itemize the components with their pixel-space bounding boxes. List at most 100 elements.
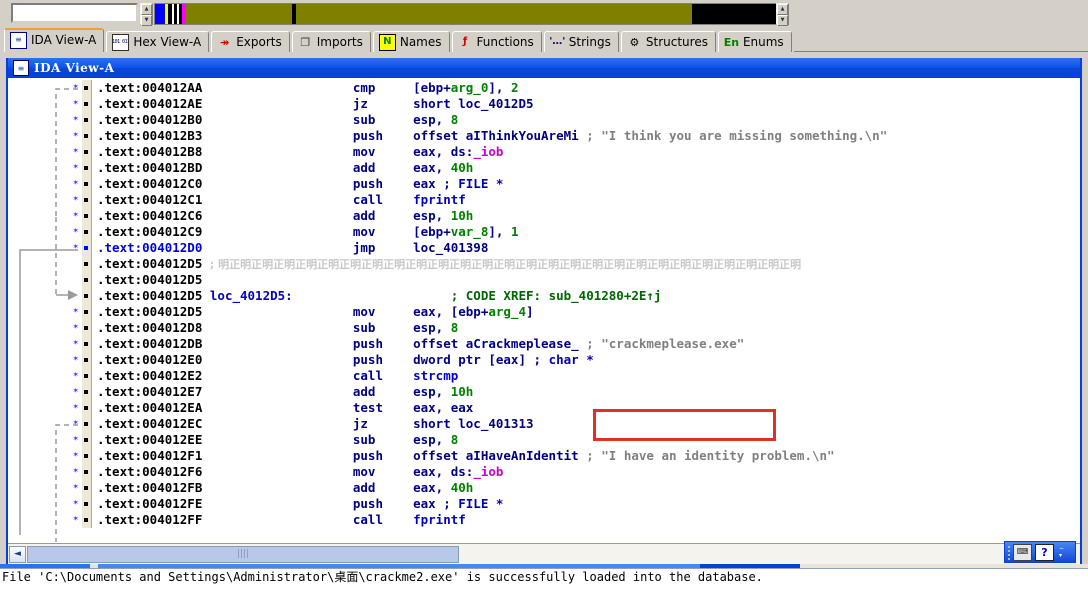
disassembly-line[interactable]: ✶ .text:004012C6 add esp, 10h [8,208,1080,224]
tab-names[interactable]: N Names [372,31,450,52]
spinner-down-icon[interactable]: ▼ [141,15,152,26]
disassembly-line[interactable]: ✶ .text:004012DB push offset aCrackmeplea… [8,336,1080,352]
disassembly-line[interactable]: ✶ .text:004012C1 call fprintf [8,192,1080,208]
breakpoint-dot-icon[interactable]: ✶ [73,451,78,460]
spinner-up-icon[interactable]: − [1059,545,1064,552]
breakpoint-dot-icon[interactable]: ✶ [73,371,78,380]
operand[interactable]: _iob [473,144,503,159]
operand[interactable]: loc_4012D5 [458,96,533,111]
operand[interactable]: 10h [451,384,474,399]
operand[interactable]: short [413,416,458,431]
navband-segment[interactable] [692,4,788,24]
disassembly-line[interactable]: ✶ .text:004012C9 mov [ebp+var_8], 1 [8,224,1080,240]
operand[interactable]: offset aIThinkYouAreMi [413,128,579,143]
operand[interactable]: 10h [451,208,474,223]
operand[interactable]: strcmp [413,368,458,383]
breakpoint-dot-icon[interactable]: ✶ [73,211,78,220]
operand[interactable]: eax, ds: [413,144,473,159]
navband-segment[interactable] [155,4,165,24]
tab-structures[interactable]: ⚙ Structures [620,31,716,52]
operand[interactable]: eax, ds: [413,464,473,479]
disassembly-line[interactable]: .text:004012D5 loc_4012D5: ; CODE XREF: … [8,288,1080,304]
disassembly-listing[interactable]: ✶ .text:004012AA cmp [ebp+arg_0], 2 ✶ .text… [8,78,1080,542]
breakpoint-dot-icon[interactable]: ✶ [73,419,78,428]
operand[interactable]: ], [488,80,511,95]
operand[interactable]: _iob [473,464,503,479]
disassembly-line[interactable]: ✶ .text:004012FE push eax ; FILE * [8,496,1080,512]
operand[interactable]: short [413,96,458,111]
help-icon[interactable]: ? [1035,543,1054,561]
breakpoint-dot-icon[interactable]: ✶ [73,323,78,332]
disassembly-line[interactable]: .text:004012D5 [8,272,1080,288]
disassembly-line[interactable]: .text:004012D5 ; 明正明正明正明正明正明正明正明正明正明正明正明… [8,256,1080,272]
breakpoint-dot-icon[interactable]: ✶ [73,131,78,140]
disassembly-line[interactable]: ✶ .text:004012F1 push offset aIHaveAnIden… [8,448,1080,464]
navband-segment[interactable] [185,4,292,24]
breakpoint-dot-icon[interactable]: ✶ [73,147,78,156]
keyboard-icon[interactable]: ⌨ [1013,543,1032,561]
scrollbar-thumb[interactable]: |||| [27,545,459,563]
operand[interactable]: eax, [413,160,451,175]
breakpoint-dot-icon[interactable]: ✶ [73,435,78,444]
tab-imports[interactable]: ❐ Imports [291,31,371,52]
navband-right-spinner[interactable]: ▲ ▼ [776,3,789,26]
floating-mini-toolbar[interactable]: ⌨ ? − ▾ [1004,541,1076,563]
tab-functions[interactable]: ƒ Functions [451,31,542,52]
toolbar-grip[interactable] [1007,545,1011,560]
operand[interactable]: eax, [413,480,451,495]
breakpoint-dot-icon[interactable]: ✶ [73,515,78,524]
operand[interactable]: esp, [413,384,451,399]
tab-strings[interactable]: "…"Strings [543,31,619,52]
tab-ida-view-a[interactable]: ≡ IDA View-A [4,28,105,52]
breakpoint-dot-icon[interactable]: ✶ [73,243,78,252]
breakpoint-dot-icon[interactable]: ✶ [73,99,78,108]
breakpoint-dot-icon[interactable]: ✶ [73,403,78,412]
scroll-left-button[interactable]: ◄ [9,545,26,563]
operand[interactable]: esp, [413,432,451,447]
disassembly-line[interactable]: ✶ .text:004012B3 push offset aIThinkYouAr… [8,128,1080,144]
code-label[interactable]: loc_4012D5: [210,288,293,303]
breakpoint-dot-icon[interactable]: ✶ [73,179,78,188]
spinner-up-icon[interactable]: ▲ [141,4,152,15]
breakpoint-dot-icon[interactable]: ✶ [73,467,78,476]
operand[interactable]: esp, [413,320,451,335]
disassembly-line[interactable]: ✶ .text:004012B0 sub esp, 8 [8,112,1080,128]
operand[interactable]: dword ptr [eax] [413,352,526,367]
disassembly-line[interactable]: ✶ .text:004012AE jz short loc_4012D5 [8,96,1080,112]
operand[interactable]: 40h [451,160,474,175]
disassembly-line[interactable]: ✶ .text:004012FB add eax, 40h [8,480,1080,496]
operand[interactable]: fprintf [413,512,466,527]
operand[interactable]: arg_4 [488,304,526,319]
breakpoint-dot-icon[interactable]: ✶ [73,387,78,396]
breakpoint-dot-icon[interactable]: ✶ [73,115,78,124]
tab-hex-view-a[interactable]: 101 011 Hex View-A [106,31,210,52]
operand[interactable]: [ebp+ [413,224,451,239]
operand[interactable]: var_8 [451,224,489,239]
operand[interactable]: eax, [ebp+ [413,304,488,319]
operand[interactable]: 8 [451,320,459,335]
horizontal-scrollbar[interactable]: ◄ |||| [8,543,1080,564]
spinner-up-icon[interactable]: ▲ [777,4,788,15]
tab-enums[interactable]: En Enums [717,31,792,52]
breakpoint-dot-icon[interactable]: ✶ [73,163,78,172]
disassembly-line[interactable]: ✶ .text:004012AA cmp [ebp+arg_0], 2 [8,80,1080,96]
disassembly-line[interactable]: ✶ .text:004012D8 sub esp, 8 [8,320,1080,336]
disassembly-line[interactable]: ✶ .text:004012E7 add esp, 10h [8,384,1080,400]
disassembly-line[interactable]: ✶ .text:004012C0 push eax ; FILE * [8,176,1080,192]
disassembly-line[interactable]: ✶ .text:004012EE sub esp, 8 [8,432,1080,448]
navband-left-spinner[interactable]: ▲ ▼ [140,3,153,26]
operand[interactable]: arg_0 [451,80,489,95]
breakpoint-dot-icon[interactable]: ✶ [73,195,78,204]
operand[interactable]: [ebp+ [413,80,451,95]
breakpoint-dot-icon[interactable]: ✶ [73,83,78,92]
disassembly-line[interactable]: ✶ .text:004012EA test eax, eax [8,400,1080,416]
navband-segment[interactable] [295,4,693,24]
operand[interactable]: ], [488,224,511,239]
disassembly-line[interactable]: ✶ .text:004012EC jz short loc_401313 [8,416,1080,432]
operand[interactable]: loc_401313 [458,416,533,431]
breakpoint-dot-icon[interactable]: ✶ [73,355,78,364]
operand[interactable]: offset aIHaveAnIdentit [413,448,579,463]
disassembly-line[interactable]: ✶ .text:004012B8 mov eax, ds:_iob [8,144,1080,160]
jump-address-combo[interactable]: ▼ [11,3,173,23]
tab-exports[interactable]: ↠ Exports [211,31,290,52]
